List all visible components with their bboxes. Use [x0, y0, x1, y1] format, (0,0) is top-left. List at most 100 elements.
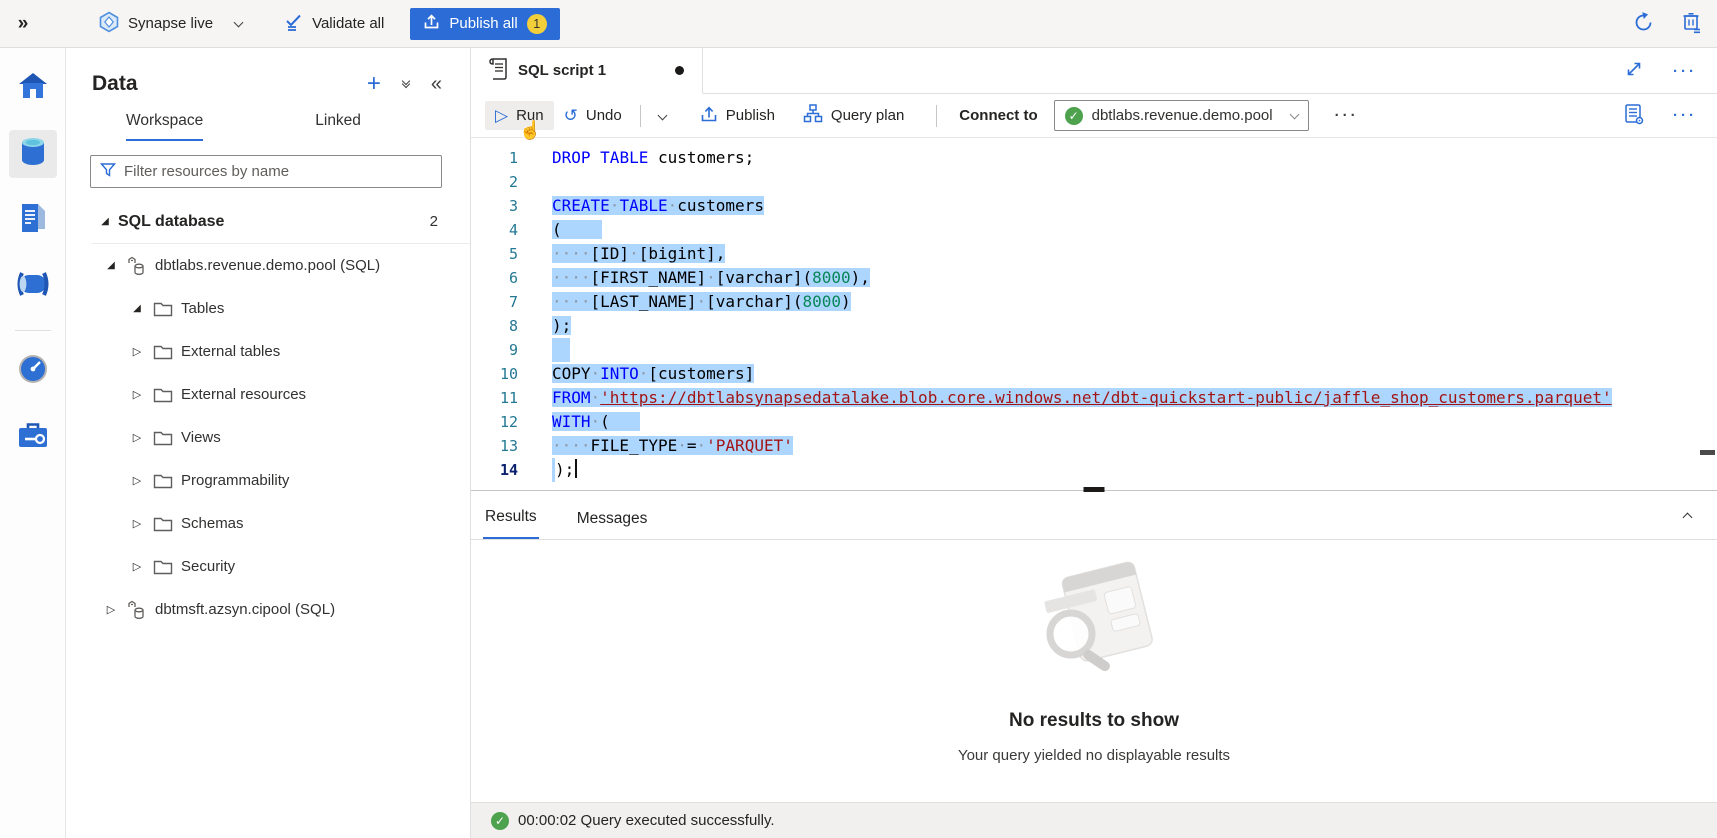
- tab-title: SQL script 1: [518, 62, 665, 79]
- publish-button[interactable]: Publish: [690, 99, 785, 133]
- folder-icon: [153, 344, 173, 360]
- tab-workspace[interactable]: Workspace: [126, 112, 203, 141]
- sql-pool-icon: [127, 600, 147, 620]
- code-line[interactable]: 14);: [471, 458, 1717, 482]
- collapsed-arrow-icon[interactable]: [130, 474, 144, 487]
- home-icon: [17, 71, 49, 105]
- collapsed-arrow-icon[interactable]: [130, 431, 144, 444]
- run-button[interactable]: ▷ Run: [485, 101, 554, 130]
- folder-icon: [153, 559, 173, 575]
- toolbar-more-icon[interactable]: ···: [1335, 107, 1359, 124]
- collapse-results-icon[interactable]: [1684, 508, 1691, 525]
- connect-to-label: Connect to: [959, 107, 1037, 124]
- tree-item-schemas[interactable]: Schemas: [66, 502, 470, 545]
- validate-all-button[interactable]: Validate all: [284, 13, 384, 35]
- tree-item-external-resources[interactable]: External resources: [66, 373, 470, 416]
- validate-check-icon: [284, 13, 304, 35]
- code-line[interactable]: 8);: [471, 314, 1717, 338]
- refresh-icon[interactable]: [1632, 11, 1655, 38]
- add-plus-icon[interactable]: +: [367, 72, 381, 96]
- undo-icon: ↺: [564, 107, 578, 124]
- nav-monitor[interactable]: [9, 347, 57, 395]
- code-line[interactable]: 5····[ID]·[bigint],: [471, 242, 1717, 266]
- toolbar-separator: [936, 105, 937, 127]
- properties-icon[interactable]: [1623, 103, 1645, 129]
- monitor-icon: [17, 353, 49, 389]
- empty-results-subtitle: Your query yielded no displayable result…: [958, 747, 1230, 764]
- tab-linked[interactable]: Linked: [315, 112, 361, 141]
- tree-item-programmability[interactable]: Programmability: [66, 459, 470, 502]
- expand-arrow-icon[interactable]: [130, 303, 144, 314]
- pool-selector[interactable]: ✓ dbtlabs.revenue.demo.pool: [1054, 100, 1309, 131]
- scrollbar-thumb[interactable]: [1700, 450, 1715, 455]
- data-panel: Data + « Workspace Linked SQL database: [66, 48, 471, 838]
- tree-item-tables[interactable]: Tables: [66, 287, 470, 330]
- collapsed-arrow-icon[interactable]: [130, 345, 144, 358]
- editor-toolbar: ▷ Run ☝ ↺ Undo Publish Q: [471, 94, 1717, 138]
- tree-item-pool-dbtmsft[interactable]: dbtmsft.azsyn.cipool (SQL): [66, 588, 470, 631]
- expand-arrow-icon[interactable]: [104, 260, 118, 271]
- data-panel-tabs: Workspace Linked: [66, 112, 470, 141]
- expand-menu-button[interactable]: »: [0, 13, 46, 35]
- run-play-icon: ▷: [495, 107, 508, 124]
- undo-button[interactable]: ↺ Undo: [554, 101, 632, 130]
- mode-selector[interactable]: Synapse live: [98, 11, 242, 37]
- tab-results[interactable]: Results: [483, 508, 539, 539]
- resource-tree: SQL database 2 dbtlabs.revenue.demo.pool…: [66, 200, 470, 631]
- collapse-panel-icon[interactable]: «: [431, 74, 442, 94]
- sql-script-icon: [487, 57, 508, 85]
- tree-item-external-tables[interactable]: External tables: [66, 330, 470, 373]
- code-editor[interactable]: 1DROP TABLE customers;23CREATE·TABLE·cus…: [471, 138, 1717, 490]
- synapse-logo-icon: [98, 11, 120, 37]
- panel-title: Data: [92, 72, 367, 96]
- query-plan-button[interactable]: Query plan: [793, 98, 914, 133]
- code-line[interactable]: 11FROM·'https://dbtlabsynapsedatalake.bl…: [471, 386, 1717, 410]
- code-line[interactable]: 3CREATE·TABLE·customers: [471, 194, 1717, 218]
- code-line[interactable]: 12WITH·(: [471, 410, 1717, 434]
- code-line[interactable]: 1DROP TABLE customers;: [471, 146, 1717, 170]
- collapsed-arrow-icon[interactable]: [104, 603, 118, 616]
- success-check-icon: ✓: [491, 812, 509, 830]
- publish-upload-icon: [423, 13, 440, 34]
- folder-icon: [153, 387, 173, 403]
- mode-label: Synapse live: [128, 15, 213, 32]
- undo-dropdown-button[interactable]: [649, 106, 676, 125]
- chevron-down-icon: [1289, 109, 1299, 119]
- publish-all-button[interactable]: Publish all 1: [410, 8, 559, 40]
- code-line[interactable]: 13····FILE_TYPE·=·'PARQUET': [471, 434, 1717, 458]
- filter-input[interactable]: [124, 163, 432, 180]
- code-line[interactable]: 10COPY·INTO·[customers]: [471, 362, 1717, 386]
- collapsed-arrow-icon[interactable]: [130, 388, 144, 401]
- connected-check-icon: ✓: [1065, 107, 1083, 125]
- tree-item-security[interactable]: Security: [66, 545, 470, 588]
- folder-icon: [153, 516, 173, 532]
- double-chevron-down-icon[interactable]: [403, 81, 409, 87]
- nav-data[interactable]: [9, 130, 57, 178]
- data-icon: [18, 136, 48, 172]
- code-line[interactable]: 2: [471, 170, 1717, 194]
- nav-home[interactable]: [9, 64, 57, 112]
- nav-develop[interactable]: [9, 196, 57, 244]
- chevron-down-icon[interactable]: [234, 17, 244, 27]
- tab-more-icon[interactable]: ···: [1673, 63, 1697, 80]
- collapsed-arrow-icon[interactable]: [130, 517, 144, 530]
- code-line[interactable]: 9: [471, 338, 1717, 362]
- top-bar: » Synapse live Validate all Publish all …: [0, 0, 1717, 48]
- editor-more-icon[interactable]: ···: [1673, 107, 1697, 124]
- expand-arrow-icon[interactable]: [98, 216, 112, 227]
- tree-item-views[interactable]: Views: [66, 416, 470, 459]
- nav-manage[interactable]: [9, 413, 57, 461]
- code-line[interactable]: 7····[LAST_NAME]·[varchar](8000): [471, 290, 1717, 314]
- collapsed-arrow-icon[interactable]: [130, 560, 144, 573]
- code-line[interactable]: 6····[FIRST_NAME]·[varchar](8000),: [471, 266, 1717, 290]
- nav-integrate[interactable]: [9, 262, 57, 310]
- discard-trash-icon[interactable]: [1681, 11, 1703, 38]
- tab-sql-script-1[interactable]: SQL script 1: [471, 48, 703, 94]
- expand-editor-icon[interactable]: [1625, 60, 1643, 82]
- tree-item-pool-dbtlabs[interactable]: dbtlabs.revenue.demo.pool (SQL): [66, 244, 470, 287]
- code-line[interactable]: 4(: [471, 218, 1717, 242]
- tab-messages[interactable]: Messages: [575, 510, 650, 539]
- publish-all-label: Publish all: [449, 15, 517, 32]
- tree-section-sql-database[interactable]: SQL database 2: [66, 200, 470, 243]
- filter-box: [90, 155, 442, 188]
